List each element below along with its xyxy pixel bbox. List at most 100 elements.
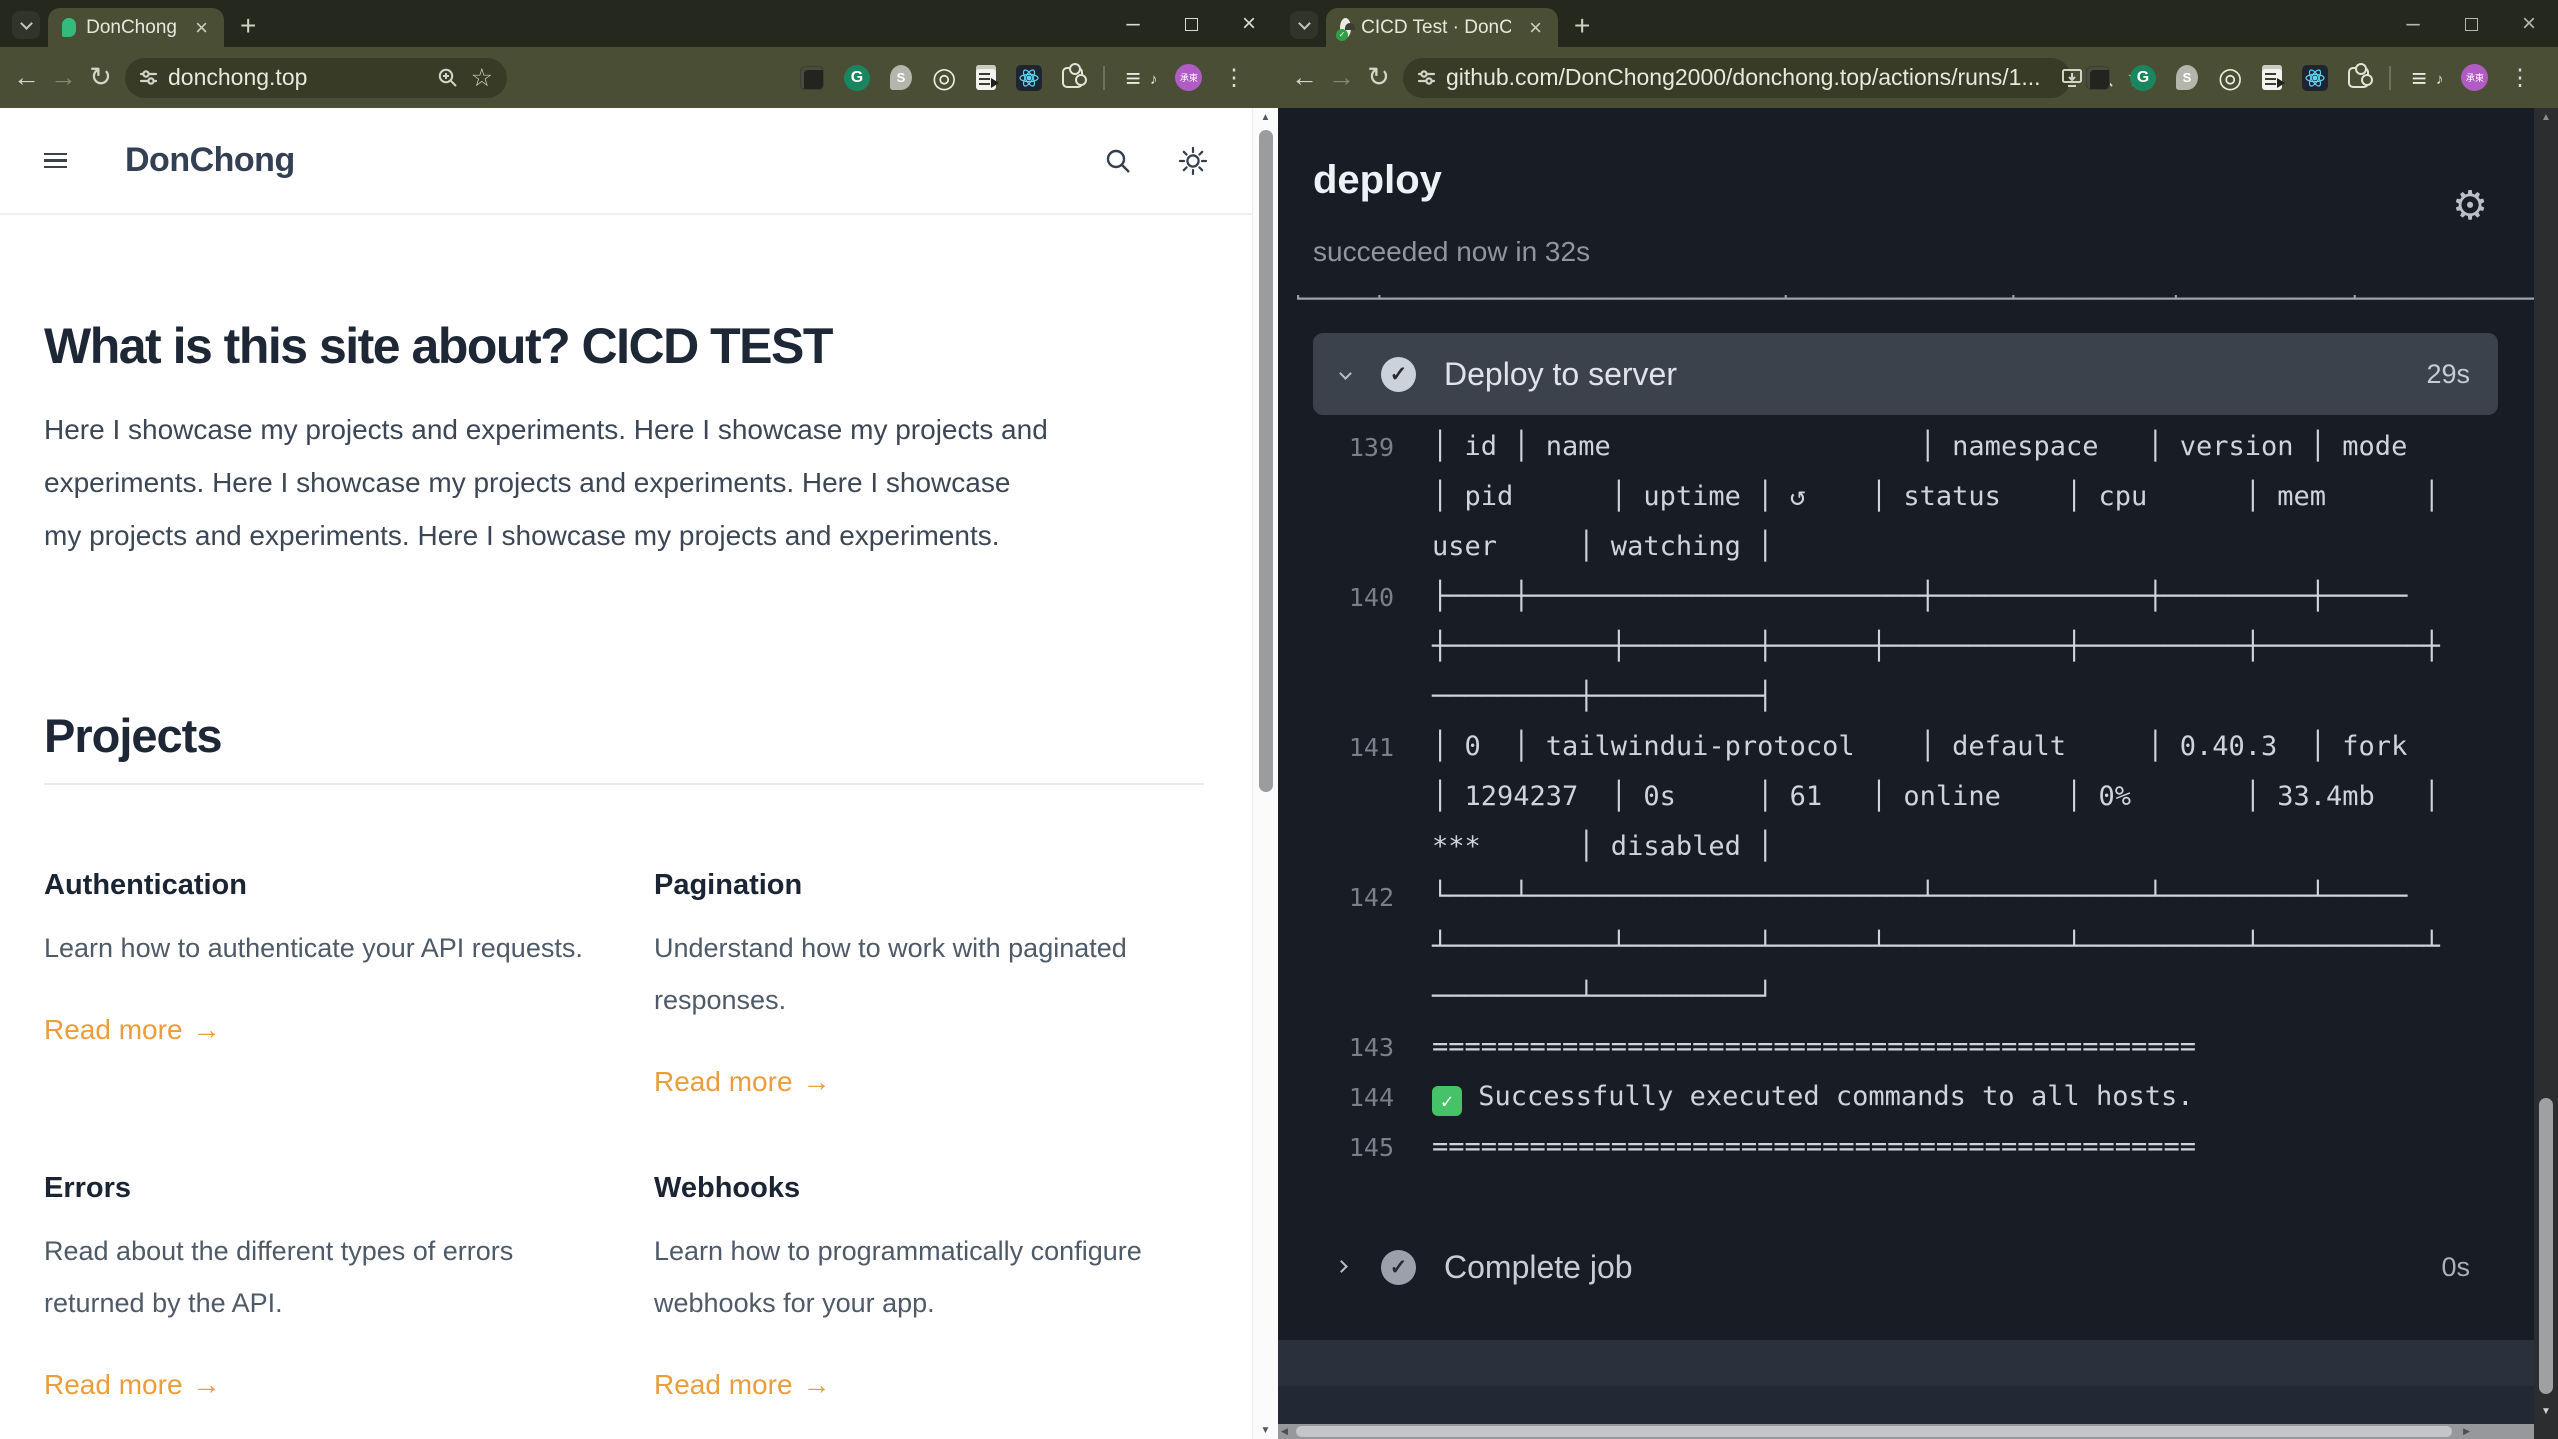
playlist-icon[interactable]: ≡♪	[2411, 65, 2441, 91]
left-titlebar: DonChong.top × + – ×	[0, 0, 1278, 47]
chevron-right-icon[interactable]	[1341, 1258, 1381, 1276]
read-more-link[interactable]: Read more→	[44, 1369, 609, 1401]
tab-search-button[interactable]	[1290, 11, 1318, 39]
maximize-button[interactable]	[1162, 10, 1220, 38]
theme-toggle-sun-icon[interactable]	[1178, 146, 1208, 176]
site-info-icon[interactable]	[1417, 68, 1436, 87]
step-label: Deploy to server	[1444, 356, 1677, 393]
project-card-title: Authentication	[44, 869, 609, 902]
scroll-down-icon[interactable]: ▼	[2534, 1406, 2558, 1417]
zoom-icon[interactable]	[437, 67, 459, 89]
donchong-favicon-icon	[62, 18, 76, 37]
target-extension-icon[interactable]: ◎	[2218, 64, 2242, 92]
scroll-left-icon[interactable]: ◀	[1281, 1426, 1288, 1437]
reload-button[interactable]: ↻	[82, 62, 119, 93]
step-complete-job[interactable]: ✓ Complete job 0s	[1313, 1226, 2498, 1308]
horizontal-scrollbar[interactable]: ◀ ▶	[1278, 1424, 2534, 1439]
profile-avatar[interactable]: 承東	[2461, 64, 2488, 91]
clipboard-extension-icon[interactable]	[2262, 65, 2282, 90]
extension-s-icon[interactable]: S	[2176, 65, 2198, 90]
page-title: What is this site about? CICD TEST	[44, 317, 1208, 375]
extensions-puzzle-icon[interactable]	[1062, 67, 1083, 88]
site-header: DonChong	[0, 108, 1252, 215]
minimize-button[interactable]: –	[1104, 10, 1162, 38]
site-brand[interactable]: DonChong	[125, 141, 295, 180]
extension-icon[interactable]	[2086, 66, 2110, 90]
log-text: ✓ Successfully executed commands to all …	[1432, 1072, 2194, 1122]
left-page-scrollbar[interactable]: ▲ ▼	[1252, 108, 1278, 1439]
log-line-number[interactable]: 140	[1314, 583, 1432, 612]
read-more-link[interactable]: Read more→	[44, 1014, 609, 1046]
profile-avatar[interactable]: 承東	[1175, 64, 1202, 91]
scroll-down-icon[interactable]: ▼	[1253, 1425, 1278, 1436]
maximize-button[interactable]	[2442, 10, 2500, 38]
log-line-number[interactable]: 139	[1314, 433, 1432, 462]
footer-band	[1278, 1340, 2534, 1386]
log-line-number[interactable]: 144	[1314, 1083, 1432, 1112]
scrollbar-thumb[interactable]	[1259, 130, 1273, 792]
react-devtools-icon[interactable]	[2302, 65, 2328, 91]
right-toolbar: ← → ↻ github.com/DonChong2000/donchong.t…	[1278, 47, 2558, 108]
right-page-scrollbar[interactable]: ▲ ▼	[2534, 108, 2558, 1439]
scrollbar-thumb[interactable]	[1296, 1426, 2452, 1437]
log-line-number[interactable]: 143	[1314, 1033, 1432, 1062]
react-devtools-icon[interactable]	[1016, 65, 1042, 91]
playlist-icon[interactable]: ≡♪	[1125, 65, 1155, 91]
scroll-right-icon[interactable]: ▶	[2463, 1426, 2470, 1437]
install-app-icon[interactable]	[2061, 67, 2083, 89]
arrow-right-icon: →	[803, 1369, 831, 1401]
browser-menu-icon[interactable]: ⋮	[2508, 64, 2531, 91]
back-button[interactable]: ←	[8, 62, 45, 93]
search-icon[interactable]	[1104, 147, 1132, 175]
step-duration: 0s	[2441, 1252, 2470, 1283]
close-button[interactable]: ×	[2500, 10, 2558, 38]
step-deploy-to-server[interactable]: ✓ Deploy to server 29s	[1313, 333, 2498, 415]
tab-cicd-test[interactable]: ✓ CICD Test · DonChong2000/don ×	[1326, 8, 1558, 47]
grammarly-extension-icon[interactable]: G	[844, 65, 870, 91]
read-more-link[interactable]: Read more→	[654, 1066, 1219, 1098]
bookmark-star-icon[interactable]: ☆	[471, 63, 493, 93]
scrollbar-thumb[interactable]	[2539, 1098, 2553, 1394]
new-tab-button[interactable]: +	[1574, 10, 1590, 42]
grammarly-extension-icon[interactable]: G	[2130, 65, 2156, 91]
address-bar[interactable]: donchong.top ☆	[125, 58, 507, 98]
forward-button[interactable]: →	[1323, 62, 1360, 93]
new-tab-button[interactable]: +	[240, 10, 256, 42]
project-card: WebhooksLearn how to programmatically co…	[654, 1172, 1219, 1401]
extensions-puzzle-icon[interactable]	[2348, 67, 2369, 88]
project-card: PaginationUnderstand how to work with pa…	[654, 869, 1219, 1098]
site-info-icon[interactable]	[139, 68, 158, 87]
scroll-up-icon[interactable]: ▲	[2534, 112, 2558, 123]
back-button[interactable]: ←	[1286, 62, 1323, 93]
address-bar[interactable]: github.com/DonChong2000/donchong.top/act…	[1403, 58, 2071, 98]
log-line-number[interactable]: 145	[1314, 1133, 1432, 1162]
log-text: ========================================…	[1432, 1122, 2196, 1172]
log-line-row: 142└────┴────────────────────────┴──────…	[1278, 872, 2534, 922]
reload-button[interactable]: ↻	[1360, 62, 1397, 93]
tab-search-button[interactable]	[12, 11, 40, 39]
tab-title: CICD Test · DonChong2000/don	[1361, 17, 1511, 39]
project-card-description: Read about the different types of errors…	[44, 1225, 589, 1329]
read-more-link[interactable]: Read more→	[654, 1369, 1219, 1401]
gear-icon[interactable]: ⚙	[2452, 186, 2488, 226]
step-duration: 29s	[2426, 359, 2470, 390]
clipboard-extension-icon[interactable]	[976, 65, 996, 90]
scroll-up-icon[interactable]: ▲	[1253, 112, 1278, 123]
extensions-strip: G S ◎ ≡♪ 承東 ⋮	[800, 47, 1245, 108]
minimize-button[interactable]: –	[2384, 10, 2442, 38]
log-line-number[interactable]: 141	[1314, 733, 1432, 762]
extension-icon[interactable]	[800, 66, 824, 90]
close-button[interactable]: ×	[1220, 10, 1278, 38]
forward-button[interactable]: →	[45, 62, 82, 93]
tab-close-icon[interactable]: ×	[191, 17, 212, 39]
arrow-right-icon: →	[193, 1014, 221, 1046]
hamburger-menu-icon[interactable]	[44, 153, 67, 168]
chevron-down-icon[interactable]	[1341, 365, 1381, 383]
tab-donchong[interactable]: DonChong.top ×	[48, 8, 224, 47]
extension-s-icon[interactable]: S	[890, 65, 912, 90]
log-line-number[interactable]: 142	[1314, 883, 1432, 912]
target-extension-icon[interactable]: ◎	[932, 64, 956, 92]
project-card: AuthenticationLearn how to authenticate …	[44, 869, 609, 1098]
browser-menu-icon[interactable]: ⋮	[1222, 64, 1245, 91]
tab-close-icon[interactable]: ×	[1525, 17, 1546, 39]
